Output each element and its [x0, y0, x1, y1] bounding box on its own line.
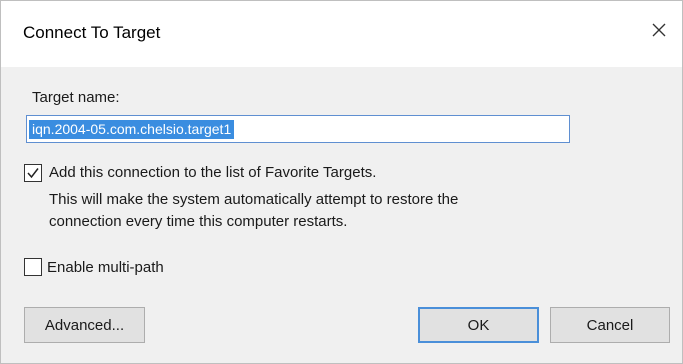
- target-name-input[interactable]: iqn.2004-05.com.chelsio.target1: [26, 115, 570, 143]
- multipath-label[interactable]: Enable multi-path: [47, 259, 164, 276]
- title-bar: Connect To Target: [1, 1, 682, 67]
- close-button[interactable]: [644, 17, 674, 47]
- advanced-button[interactable]: Advanced...: [24, 307, 145, 343]
- cancel-button[interactable]: Cancel: [550, 307, 670, 343]
- favorite-targets-description-line1: This will make the system automatically …: [49, 191, 459, 208]
- favorite-targets-label[interactable]: Add this connection to the list of Favor…: [49, 164, 376, 181]
- target-name-value: iqn.2004-05.com.chelsio.target1: [29, 120, 235, 139]
- ok-button[interactable]: OK: [418, 307, 539, 343]
- favorite-targets-checkbox[interactable]: [24, 164, 42, 182]
- connect-to-target-dialog: Connect To Target Target name: iqn.2004-…: [0, 0, 683, 364]
- favorite-targets-description-line2: connection every time this computer rest…: [49, 213, 348, 230]
- window-title: Connect To Target: [23, 23, 161, 42]
- close-icon: [651, 22, 667, 43]
- multipath-checkbox[interactable]: [24, 258, 42, 276]
- target-name-label: Target name:: [32, 89, 120, 106]
